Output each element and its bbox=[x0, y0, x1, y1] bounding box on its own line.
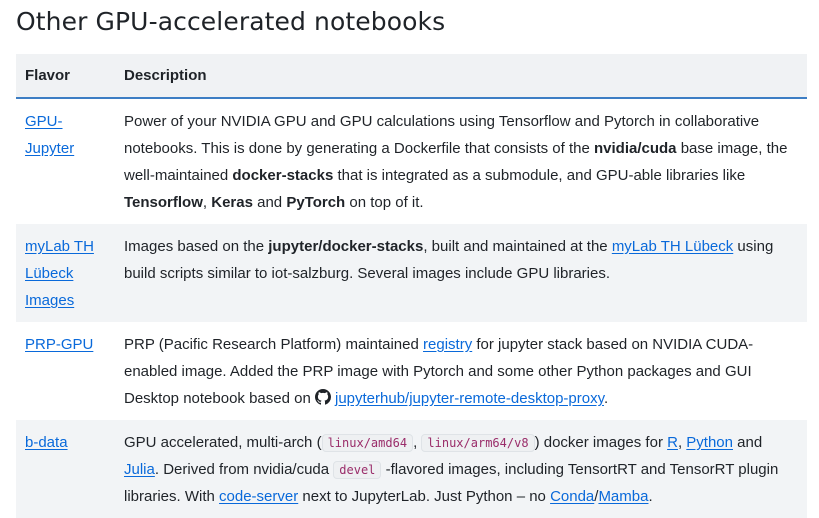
flavor-link-prp-gpu[interactable]: PRP-GPU bbox=[25, 336, 93, 353]
page-title: Other GPU-accelerated notebooks bbox=[16, 7, 446, 36]
code-badge: devel bbox=[333, 461, 382, 479]
table-row: b-data GPU accelerated, multi-arch (linu… bbox=[16, 420, 807, 518]
table-header-row: Flavor Description bbox=[16, 54, 807, 99]
description-text: Images based on the bbox=[124, 238, 269, 255]
description-text: and bbox=[733, 434, 763, 451]
flavor-link-mylab[interactable]: myLab TH Lübeck Images bbox=[25, 238, 94, 309]
flavor-link-line: Images bbox=[25, 292, 75, 309]
description-text: . bbox=[604, 390, 609, 407]
bold-term: PyTorch bbox=[286, 194, 346, 211]
description-text: and bbox=[252, 194, 287, 211]
r-link[interactable]: R bbox=[667, 434, 678, 451]
table-row: PRP-GPU PRP (Pacific Research Platform) … bbox=[16, 322, 807, 420]
code-badge: linux/amd64 bbox=[321, 434, 414, 452]
description-cell: GPU accelerated, multi-arch (linux/amd64… bbox=[115, 420, 807, 518]
remote-desktop-proxy-link[interactable]: jupyterhub/jupyter-remote-desktop-proxy bbox=[335, 390, 604, 407]
notebooks-table: Flavor Description GPU- Jupyter Power of … bbox=[16, 54, 807, 518]
bold-term: nvidia/cuda bbox=[594, 140, 677, 157]
table-row: GPU- Jupyter Power of your NVIDIA GPU and… bbox=[16, 98, 807, 224]
description-text: , bbox=[202, 194, 212, 211]
mylab-link[interactable]: myLab TH Lübeck bbox=[612, 238, 733, 255]
column-header-description: Description bbox=[115, 54, 807, 99]
page: Other GPU-accelerated notebooks Flavor D… bbox=[0, 0, 819, 518]
flavor-link-line: Lübeck bbox=[25, 265, 74, 282]
flavor-link-line: GPU- bbox=[25, 113, 63, 130]
bold-term: Keras bbox=[211, 194, 253, 211]
flavor-cell: PRP-GPU bbox=[16, 322, 115, 420]
description-text: ) docker images for bbox=[534, 434, 668, 451]
julia-link[interactable]: Julia bbox=[124, 461, 155, 478]
bold-term: Tensorflow bbox=[124, 194, 203, 211]
flavor-cell: GPU- Jupyter bbox=[16, 98, 115, 224]
description-text: . bbox=[648, 488, 653, 505]
description-text: on top of it. bbox=[345, 194, 424, 211]
table-row: myLab TH Lübeck Images Images based on the… bbox=[16, 224, 807, 322]
flavor-cell: myLab TH Lübeck Images bbox=[16, 224, 115, 322]
flavor-link-line: myLab TH bbox=[25, 238, 94, 255]
flavor-cell: b-data bbox=[16, 420, 115, 518]
description-cell: Images based on the jupyter/docker-stack… bbox=[115, 224, 807, 322]
description-cell: Power of your NVIDIA GPU and GPU calcula… bbox=[115, 98, 807, 224]
description-text: PRP (Pacific Research Platform) maintain… bbox=[124, 336, 424, 353]
description-cell: PRP (Pacific Research Platform) maintain… bbox=[115, 322, 807, 420]
code-server-link[interactable]: code-server bbox=[219, 488, 298, 505]
column-header-flavor: Flavor bbox=[16, 54, 115, 99]
flavor-link-gpu-jupyter[interactable]: GPU- Jupyter bbox=[25, 113, 74, 157]
description-text: that is integrated as a submodule, and G… bbox=[333, 167, 746, 184]
flavor-link-line: Jupyter bbox=[25, 140, 75, 157]
conda-link[interactable]: Conda bbox=[550, 488, 594, 505]
description-text: , built and maintained at the bbox=[423, 238, 612, 255]
description-text: . Derived from nvidia/cuda bbox=[154, 461, 334, 478]
python-link[interactable]: Python bbox=[686, 434, 733, 451]
bold-term: jupyter/docker-stacks bbox=[268, 238, 424, 255]
code-badge: linux/arm64/v8 bbox=[421, 434, 535, 452]
description-text: next to JupyterLab. Just Python – no bbox=[298, 488, 551, 505]
bold-term: docker-stacks bbox=[232, 167, 334, 184]
registry-link[interactable]: registry bbox=[423, 336, 472, 353]
github-icon bbox=[314, 387, 331, 405]
flavor-link-b-data[interactable]: b-data bbox=[25, 434, 68, 451]
mamba-link[interactable]: Mamba bbox=[598, 488, 648, 505]
description-text: GPU accelerated, multi-arch ( bbox=[124, 434, 322, 451]
